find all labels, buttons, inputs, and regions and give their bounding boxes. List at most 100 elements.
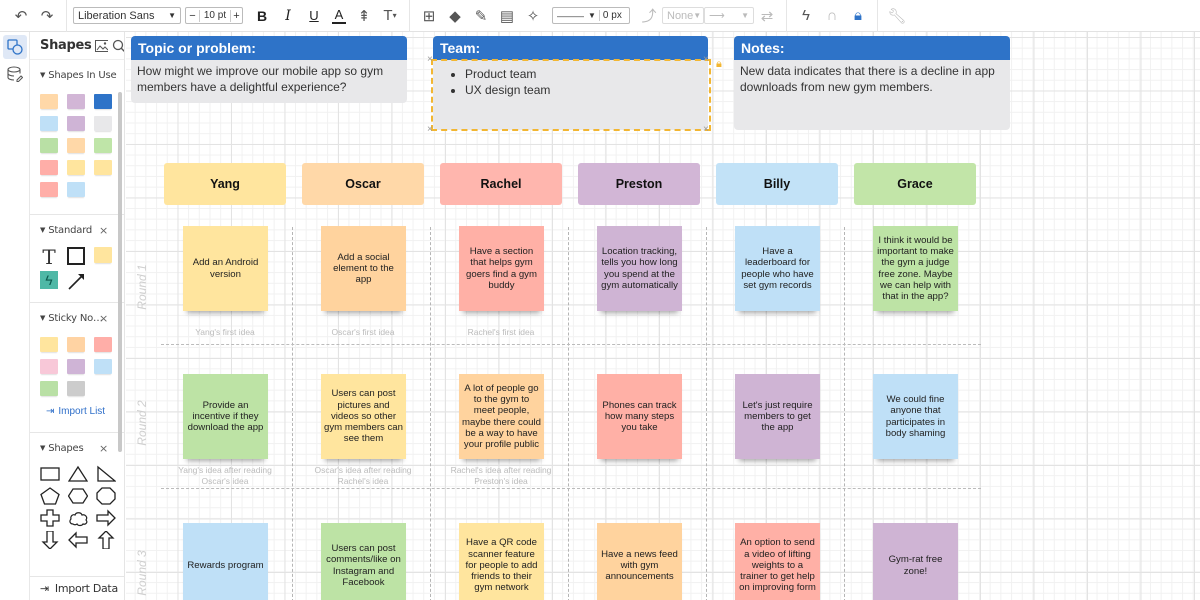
hexagon-icon[interactable]: [68, 487, 88, 505]
lock-icon[interactable]: 🔒︎: [847, 5, 869, 27]
underline-button[interactable]: U: [303, 5, 325, 27]
shape-swatch[interactable]: [40, 160, 58, 175]
import-data-button[interactable]: ⇥ Import Data: [30, 576, 125, 600]
shape-swatch[interactable]: [67, 160, 85, 175]
shape-swatch[interactable]: [94, 337, 112, 352]
rectangle-icon[interactable]: [40, 465, 60, 483]
panel-scrollbar[interactable]: [118, 92, 122, 452]
sticky-note[interactable]: Have a section that helps gym goers find…: [459, 226, 544, 311]
sticky-note[interactable]: Location tracking, tells you how long yo…: [597, 226, 682, 311]
octagon-icon[interactable]: [96, 487, 116, 505]
canvas[interactable]: Topic or problem: How might we improve o…: [126, 32, 1200, 600]
resize-handle[interactable]: ×: [427, 55, 433, 65]
line-route-icon[interactable]: ⤴: [638, 5, 660, 27]
shape-swatch[interactable]: [67, 359, 85, 374]
notes-card[interactable]: Notes: New data indicates that there is …: [734, 36, 1010, 130]
sticky-note[interactable]: An option to send a video of lifting wei…: [735, 523, 820, 600]
shape-swatch[interactable]: [40, 94, 58, 109]
close-icon[interactable]: ×: [99, 312, 108, 325]
sticky-note[interactable]: Add an Android version: [183, 226, 268, 311]
pentagon-icon[interactable]: [40, 487, 60, 505]
shape-swatch[interactable]: [94, 160, 112, 175]
bold-button[interactable]: B: [251, 5, 273, 27]
triangle-icon[interactable]: [68, 465, 88, 483]
line-width-input[interactable]: 0 px: [598, 10, 629, 21]
font-size-increase-button[interactable]: +: [230, 9, 242, 22]
sticky-note[interactable]: We could fine anyone that participates i…: [873, 374, 958, 459]
arrow-line-icon[interactable]: [67, 271, 87, 291]
sticky-note[interactable]: Users can post pictures and videos so ot…: [321, 374, 406, 459]
section-header[interactable]: ▼ Shapes ×: [40, 441, 124, 455]
import-list-button[interactable]: ⇥ Import List: [40, 406, 124, 417]
sticky-note-shape[interactable]: [94, 247, 112, 263]
resize-handle[interactable]: ×: [703, 125, 709, 135]
font-family-select[interactable]: Liberation Sans ▼: [73, 7, 181, 24]
magic-wand-icon[interactable]: ✧: [522, 5, 544, 27]
search-icon[interactable]: [112, 39, 124, 53]
text-align-icon[interactable]: ⇞: [353, 5, 375, 27]
sticky-note[interactable]: Have a QR code scanner feature for peopl…: [459, 523, 544, 600]
swap-icon[interactable]: ⇄: [756, 5, 778, 27]
undo-icon[interactable]: ↶: [10, 5, 32, 27]
cross-icon[interactable]: [40, 509, 60, 527]
image-icon[interactable]: [95, 39, 108, 52]
fill-color-icon[interactable]: ◆: [444, 5, 466, 27]
shape-swatch[interactable]: [67, 381, 85, 396]
right-triangle-icon[interactable]: [96, 465, 116, 483]
wrench-icon[interactable]: 🔧︎: [886, 5, 908, 27]
font-size-decrease-button[interactable]: −: [186, 9, 200, 22]
shape-swatch[interactable]: [94, 116, 112, 131]
close-icon[interactable]: ×: [99, 224, 108, 237]
sticky-note[interactable]: Add a social element to the app: [321, 226, 406, 311]
person-header[interactable]: Rachel: [440, 163, 562, 205]
shape-swatch[interactable]: [67, 138, 85, 153]
text-options-icon[interactable]: T ▾: [379, 5, 401, 27]
section-header[interactable]: ▼ Sticky No… ×: [40, 311, 124, 325]
line-color-icon[interactable]: ✎: [470, 5, 492, 27]
sticky-note[interactable]: Have a leaderboard for people who have s…: [735, 226, 820, 311]
sticky-note[interactable]: Users can post comments/like on Instagra…: [321, 523, 406, 600]
topic-card[interactable]: Topic or problem: How might we improve o…: [131, 36, 407, 103]
sticky-note[interactable]: Phones can track how many steps you take: [597, 374, 682, 459]
lock-icon[interactable]: 🔒︎: [716, 58, 722, 71]
line-style-select[interactable]: ——— ▼ 0 px: [552, 7, 630, 24]
shape-swatch[interactable]: [94, 94, 112, 109]
shape-swatch[interactable]: [40, 182, 58, 197]
shape-swatch[interactable]: [67, 337, 85, 352]
line-end-select[interactable]: ⟶ ▼: [704, 7, 754, 24]
cloud-icon[interactable]: [68, 509, 88, 527]
person-header[interactable]: Grace: [854, 163, 976, 205]
shape-swatch[interactable]: [94, 138, 112, 153]
font-size-input[interactable]: 10 pt: [200, 10, 230, 21]
shape-options-icon[interactable]: ⊞: [418, 5, 440, 27]
person-header[interactable]: Yang: [164, 163, 286, 205]
sticky-note[interactable]: Rewards program: [183, 523, 268, 600]
shape-swatch[interactable]: [40, 337, 58, 352]
lightning-shape-icon[interactable]: ϟ: [40, 271, 58, 289]
arrow-right-shape-icon[interactable]: [96, 509, 116, 527]
resize-handle[interactable]: ×: [703, 55, 709, 65]
style-icon[interactable]: ▤: [496, 5, 518, 27]
shape-swatch[interactable]: [67, 182, 85, 197]
arrow-up-shape-icon[interactable]: [96, 531, 116, 549]
sticky-note[interactable]: Let's just require members to get the ap…: [735, 374, 820, 459]
sticky-note[interactable]: I think it would be important to make th…: [873, 226, 958, 311]
sticky-note[interactable]: Gym-rat free zone!: [873, 523, 958, 600]
section-header[interactable]: ▼ Standard ×: [40, 223, 124, 237]
lightning-icon[interactable]: ϟ: [795, 5, 817, 27]
italic-button[interactable]: I: [277, 5, 299, 27]
sticky-note[interactable]: Have a news feed with gym announcements: [597, 523, 682, 600]
shape-swatch[interactable]: [67, 116, 85, 131]
close-icon[interactable]: ×: [99, 442, 108, 455]
person-header[interactable]: Billy: [716, 163, 838, 205]
font-size-stepper[interactable]: − 10 pt +: [185, 7, 243, 24]
shapes-tab-button[interactable]: [3, 35, 27, 59]
redo-icon[interactable]: ↷: [36, 5, 58, 27]
font-color-button[interactable]: A: [332, 7, 346, 24]
sticky-note[interactable]: A lot of people go to the gym to meet pe…: [459, 374, 544, 459]
line-start-select[interactable]: None ▼: [662, 7, 704, 24]
shape-swatch[interactable]: [67, 94, 85, 109]
rectangle-shape-icon[interactable]: [67, 247, 85, 265]
shape-swatch[interactable]: [40, 381, 58, 396]
shape-swatch[interactable]: [40, 116, 58, 131]
